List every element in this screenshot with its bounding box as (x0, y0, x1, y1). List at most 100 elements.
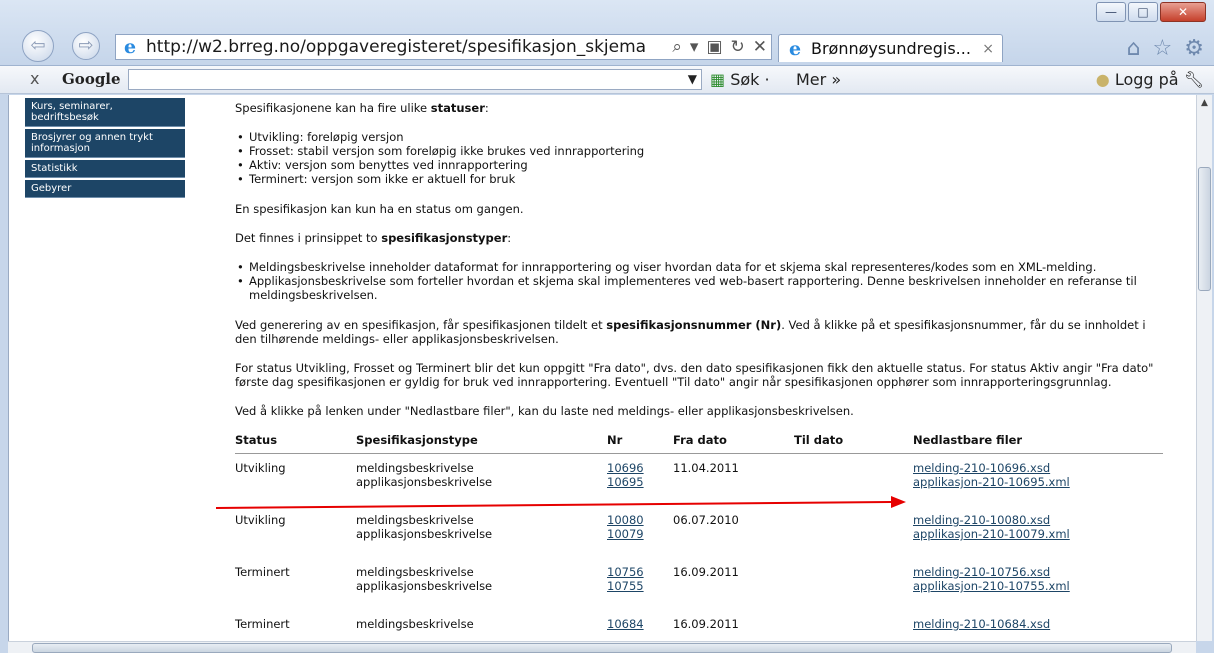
refresh-icon[interactable]: ↻ (731, 37, 745, 57)
table-row: Terminert meldingsbeskrivelse 10684 16.0… (235, 610, 1163, 641)
url-text: http://w2.brreg.no/oppgaveregisteret/spe… (146, 37, 647, 57)
sidebar-item-kurs[interactable]: Kurs, seminarer, bedriftsbesøk (25, 98, 185, 127)
spec-nr-link[interactable]: 10079 (607, 527, 673, 541)
dropdown-icon[interactable]: ▾ (690, 37, 699, 57)
sidebar-item-gebyrer[interactable]: Gebyrer (25, 180, 185, 198)
cell-type: meldingsbeskrivelse applikasjonsbeskrivel… (356, 565, 493, 593)
minimize-button[interactable]: — (1096, 2, 1126, 22)
cell-files: melding-210-10756.xsd applikasjon-210-107… (913, 558, 1163, 610)
google-logo: Google (62, 70, 121, 88)
home-icon[interactable]: ⌂ (1127, 36, 1141, 61)
favorites-star-icon[interactable]: ☆ (1153, 36, 1173, 61)
table-row: Utvikling meldingsbeskrivelse applikasjon… (235, 454, 1163, 507)
google-search-label: Søk · (730, 70, 770, 89)
ie-logo-icon: e (123, 36, 137, 58)
file-link[interactable]: melding-210-10684.xsd (913, 617, 1163, 631)
list-item: Applikasjonsbeskrivelse som forteller hv… (235, 274, 1170, 302)
sidebar-item-statistikk[interactable]: Statistikk (25, 160, 185, 178)
cell-to-date (794, 506, 913, 558)
spec-nr-link[interactable]: 10696 (607, 461, 673, 475)
list-item: Meldingsbeskrivelse inneholder dataforma… (235, 260, 1170, 274)
file-link[interactable]: melding-210-10080.xsd (913, 513, 1163, 527)
file-link[interactable]: melding-210-10756.xsd (913, 565, 1163, 579)
cell-from-date: 06.07.2010 (673, 513, 739, 527)
status-intro: Spesifikasjonene kan ha fire ulike statu… (235, 101, 489, 115)
wrench-icon[interactable]: 🔧︎ (1184, 70, 1204, 89)
spec-nr-link[interactable]: 10755 (607, 579, 673, 593)
cell-from-date: 11.04.2011 (673, 461, 739, 475)
nr-text: Ved generering av en spesifikasjon, får … (235, 318, 1146, 346)
header-to-date: Til dato (794, 430, 913, 454)
vertical-scroll-thumb[interactable] (1198, 167, 1211, 291)
toolbar-close-icon[interactable]: x (30, 69, 39, 88)
tab-title: Brønnøysundregis... (811, 39, 971, 58)
back-button[interactable]: ⇦ (22, 30, 54, 62)
file-link[interactable]: applikasjon-210-10755.xml (913, 579, 1163, 593)
google-search-icon: ▦ (710, 70, 726, 89)
forward-button[interactable]: ⇨ (72, 32, 100, 60)
sidebar-item-brosjyrer[interactable]: Brosjyrer og annen trykt informasjon (25, 129, 185, 158)
header-files: Nedlastbare filer (913, 430, 1163, 454)
tools-gear-icon[interactable]: ⚙ (1184, 36, 1204, 61)
google-toolbar: x Google ▼ ▦ Søk · Mer » ● Logg på 🔧︎ (0, 66, 1214, 94)
cell-status: Utvikling (235, 513, 286, 527)
list-item: Frosset: stabil versjon som foreløpig ik… (235, 144, 1170, 158)
scroll-up-icon[interactable]: ▲ (1197, 95, 1212, 111)
close-window-button[interactable]: ✕ (1160, 2, 1206, 22)
cell-nr: 10080 10079 (607, 506, 673, 558)
tab-favicon-icon: e (788, 37, 802, 60)
cell-files: melding-210-10080.xsd applikasjon-210-100… (913, 506, 1163, 558)
spec-nr-link[interactable]: 10695 (607, 475, 673, 489)
cell-status: Utvikling (235, 461, 286, 475)
cell-from-date: 16.09.2011 (673, 617, 739, 631)
status-list: Utvikling: foreløpig versjon Frosset: st… (235, 130, 1170, 186)
cell-to-date (794, 558, 913, 610)
list-item: Aktiv: versjon som benyttes ved innrappo… (235, 158, 1170, 172)
more-button[interactable]: Mer » (796, 70, 841, 89)
cell-files: melding-210-10696.xsd applikasjon-210-106… (913, 454, 1163, 507)
compatibility-icon[interactable]: ▣ (706, 37, 722, 57)
browser-titlebar: — □ ✕ ⇦ ⇨ e http://w2.brreg.no/oppgavere… (0, 0, 1214, 66)
vertical-scrollbar[interactable]: ▲ (1196, 95, 1212, 641)
horizontal-scroll-thumb[interactable] (32, 643, 1172, 653)
types-list: Meldingsbeskrivelse inneholder dataforma… (235, 260, 1170, 302)
cell-type: meldingsbeskrivelse (356, 617, 474, 631)
cell-status: Terminert (235, 565, 290, 579)
spec-nr-link[interactable]: 10756 (607, 565, 673, 579)
table-row: Utvikling meldingsbeskrivelse applikasjon… (235, 506, 1163, 558)
table-header-row: Status Spesifikasjonstype Nr Fra dato Ti… (235, 430, 1163, 454)
header-status: Status (235, 430, 356, 454)
search-icon[interactable]: ⌕ (672, 37, 682, 57)
dates-text: For status Utvikling, Frosset og Termine… (235, 361, 1154, 389)
file-link[interactable]: applikasjon-210-10695.xml (913, 475, 1163, 489)
browser-tab[interactable]: e Brønnøysundregis... × (778, 34, 1003, 62)
maximize-button[interactable]: □ (1128, 2, 1158, 22)
cell-nr: 10696 10695 (607, 454, 673, 507)
table-row: Terminert meldingsbeskrivelse applikasjon… (235, 558, 1163, 610)
google-search-input[interactable]: ▼ (128, 69, 702, 90)
cell-from-date: 16.09.2011 (673, 565, 739, 579)
one-status-text: En spesifikasjon kan kun ha en status om… (235, 202, 524, 216)
cell-type: meldingsbeskrivelse applikasjonsbeskrivel… (356, 461, 493, 489)
login-button[interactable]: ● Logg på 🔧︎ (1096, 70, 1204, 89)
file-link[interactable]: applikasjon-210-10079.xml (913, 527, 1163, 541)
spec-nr-link[interactable]: 10684 (607, 617, 673, 631)
list-item: Utvikling: foreløpig versjon (235, 130, 1170, 144)
google-search-button[interactable]: ▦ Søk · (710, 70, 770, 89)
horizontal-scrollbar[interactable] (8, 641, 1196, 653)
file-link[interactable]: melding-210-10696.xsd (913, 461, 1163, 475)
header-type: Spesifikasjonstype (356, 430, 607, 454)
address-tools: ⌕ ▾ ▣ ↻ ✕ (668, 35, 767, 59)
cell-nr: 10684 (607, 610, 673, 641)
stop-icon[interactable]: ✕ (753, 37, 767, 57)
cell-nr: 10756 10755 (607, 558, 673, 610)
address-bar[interactable]: e http://w2.brreg.no/oppgaveregisteret/s… (115, 34, 772, 60)
tab-close-icon[interactable]: × (982, 41, 994, 57)
cell-files: melding-210-10684.xsd (913, 610, 1163, 641)
spec-nr-link[interactable]: 10080 (607, 513, 673, 527)
cell-to-date (794, 610, 913, 641)
page-viewport: Kurs, seminarer, bedriftsbesøk Brosjyrer… (8, 95, 1196, 641)
search-dropdown-icon[interactable]: ▼ (688, 70, 697, 89)
cell-to-date (794, 454, 913, 507)
specifications-table: Status Spesifikasjonstype Nr Fra dato Ti… (235, 430, 1163, 641)
